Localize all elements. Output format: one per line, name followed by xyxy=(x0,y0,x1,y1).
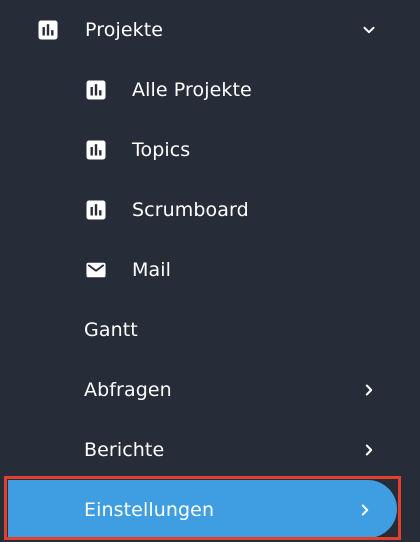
menu-item-label: Abfragen xyxy=(84,379,172,401)
submenu-item-label: Mail xyxy=(132,259,171,281)
submenu-item-alle-projekte[interactable]: Alle Projekte xyxy=(0,60,420,120)
menu-item-abfragen[interactable]: Abfragen xyxy=(0,360,420,420)
submenu-item-mail[interactable]: Mail xyxy=(0,240,420,300)
bar-chart-icon xyxy=(38,20,58,40)
menu-item-einstellungen[interactable]: Einstellungen xyxy=(0,480,420,540)
submenu-item-label: Alle Projekte xyxy=(132,79,252,101)
submenu-item-label: Scrumboard xyxy=(132,199,249,221)
menu-item-gantt[interactable]: Gantt xyxy=(0,300,420,360)
menu-item-berichte[interactable]: Berichte xyxy=(0,420,420,480)
chevron-right-icon[interactable] xyxy=(362,443,376,457)
menu-item-label: Projekte xyxy=(85,19,164,41)
menu-item-projekte[interactable]: Projekte xyxy=(0,0,420,60)
chevron-right-icon[interactable] xyxy=(362,383,376,397)
menu-item-label: Einstellungen xyxy=(84,499,215,521)
mail-icon xyxy=(86,260,106,280)
menu-item-label: Berichte xyxy=(84,439,165,461)
bar-chart-icon xyxy=(86,80,106,100)
sidebar-nav: Projekte Alle Projekte Topics Scrumboard… xyxy=(0,0,420,542)
bar-chart-icon xyxy=(86,200,106,220)
submenu-item-scrumboard[interactable]: Scrumboard xyxy=(0,180,420,240)
submenu-item-topics[interactable]: Topics xyxy=(0,120,420,180)
submenu-item-label: Topics xyxy=(132,139,191,161)
bar-chart-icon xyxy=(86,140,106,160)
chevron-down-icon[interactable] xyxy=(362,23,376,37)
chevron-right-icon[interactable] xyxy=(358,503,372,517)
menu-item-label: Gantt xyxy=(84,319,138,341)
